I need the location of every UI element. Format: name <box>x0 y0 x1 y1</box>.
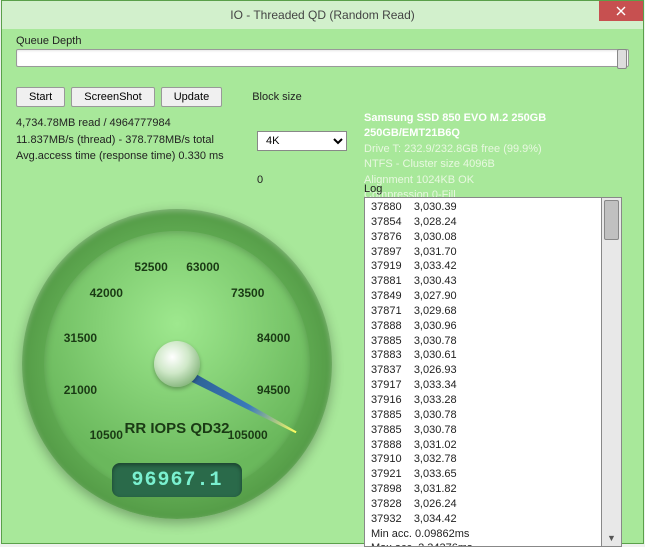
log-row: 37888 3,030.96 <box>371 319 595 334</box>
gauge-tick: 84000 <box>257 331 290 345</box>
button-row: Start ScreenShot Update Block size <box>16 87 629 107</box>
log-row: 37921 3,033.65 <box>371 467 595 482</box>
update-button[interactable]: Update <box>161 87 222 107</box>
gauge-tick: 31500 <box>64 331 97 345</box>
titlebar: IO - Threaded QD (Random Read) <box>2 1 643 29</box>
close-icon <box>616 6 626 16</box>
close-button[interactable] <box>599 1 643 21</box>
log-panel: Log 37880 3,030.3937854 3,028.2437876 3,… <box>364 197 624 547</box>
log-min: Min acc. 0.09862ms <box>371 527 595 542</box>
gauge-tick: 105000 <box>228 428 268 442</box>
scroll-thumb[interactable] <box>604 200 619 240</box>
log-row: 37910 3,032.78 <box>371 452 595 467</box>
app-window: IO - Threaded QD (Random Read) Queue Dep… <box>1 0 644 544</box>
gauge-hub <box>154 341 200 387</box>
log-row: 37876 3,030.08 <box>371 230 595 245</box>
log-row: 37898 3,031.82 <box>371 482 595 497</box>
log-content[interactable]: 37880 3,030.3937854 3,028.2437876 3,030.… <box>364 197 602 547</box>
log-scrollbar[interactable]: ▲ ▼ <box>602 197 622 547</box>
screenshot-button[interactable]: ScreenShot <box>71 87 154 107</box>
gauge-tick: 63000 <box>186 260 219 274</box>
iops-gauge: 10500 21000 31500 42000 52500 63000 73500 84000… <box>22 209 332 519</box>
drive-align: Alignment 1024KB OK <box>364 173 643 188</box>
log-row: 37871 3,029.68 <box>371 304 595 319</box>
drive-name: Samsung SSD 850 EVO M.2 250GB 250GB/EMT2… <box>364 111 643 142</box>
log-row: 37916 3,033.28 <box>371 393 595 408</box>
block-size-select-wrap: 4K <box>257 131 347 151</box>
log-max: Max acc. 2.34376ms <box>371 541 595 547</box>
queue-depth-label: Queue Depth <box>16 35 629 47</box>
gauge-tick: 52500 <box>134 260 167 274</box>
gauge-bezel: 10500 21000 31500 42000 52500 63000 73500 84000… <box>22 209 332 519</box>
log-label: Log <box>364 183 382 195</box>
gauge-tick: 94500 <box>257 383 290 397</box>
gauge-lcd: 96967.1 <box>112 463 242 497</box>
gauge-tick: 21000 <box>64 383 97 397</box>
log-row: 37837 3,026.93 <box>371 363 595 378</box>
log-row: 37897 3,031.70 <box>371 245 595 260</box>
log-row: 37880 3,030.39 <box>371 200 595 215</box>
window-title: IO - Threaded QD (Random Read) <box>230 8 415 22</box>
gauge-tick: 73500 <box>231 286 264 300</box>
log-row: 37883 3,030.61 <box>371 348 595 363</box>
log-row: 37854 3,028.24 <box>371 215 595 230</box>
log-row: 37885 3,030.78 <box>371 334 595 349</box>
block-size-select[interactable]: 4K <box>257 131 347 151</box>
log-row: 37919 3,033.42 <box>371 259 595 274</box>
log-row: 37885 3,030.78 <box>371 423 595 438</box>
zero-value: 0 <box>257 174 263 186</box>
log-row: 37828 3,026.24 <box>371 497 595 512</box>
start-button[interactable]: Start <box>16 87 65 107</box>
log-row: 37885 3,030.78 <box>371 408 595 423</box>
queue-depth-slider[interactable] <box>16 49 629 67</box>
gauge-tick: 42000 <box>90 286 123 300</box>
drive-free: Drive T: 232.9/232.8GB free (99.9%) <box>364 142 643 157</box>
gauge-tick: 10500 <box>90 428 123 442</box>
log-row: 37917 3,033.34 <box>371 378 595 393</box>
drive-info: Samsung SSD 850 EVO M.2 250GB 250GB/EMT2… <box>364 111 643 203</box>
log-row: 37881 3,030.43 <box>371 274 595 289</box>
content-area: Queue Depth Start ScreenShot Update Bloc… <box>2 29 643 543</box>
slider-thumb[interactable] <box>617 49 627 69</box>
gauge-label: RR IOPS QD32 <box>124 420 229 437</box>
scroll-down-icon[interactable]: ▼ <box>602 530 621 546</box>
block-size-label: Block size <box>252 91 302 103</box>
log-row: 37932 3,034.42 <box>371 512 595 527</box>
log-row: 37888 3,031.02 <box>371 438 595 453</box>
log-row: 37849 3,027.90 <box>371 289 595 304</box>
drive-cluster: NTFS - Cluster size 4096B <box>364 157 643 172</box>
